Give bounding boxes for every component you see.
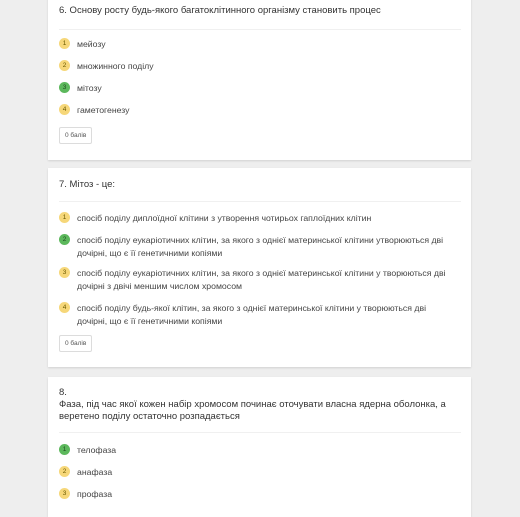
option-text: спосіб поділу еукаріотичних клітин, за я…	[77, 235, 444, 258]
option-text: анафаза	[77, 467, 113, 477]
option-number-badge: 3	[59, 267, 70, 278]
answer-option-2: 2 множинного поділу	[59, 60, 457, 73]
option-text: множинного поділу	[77, 61, 154, 71]
score-badge: 0 балів	[59, 335, 93, 352]
option-number-badge: 4	[59, 104, 70, 115]
answer-option-3: 3 спосіб поділу еукаріотичних клітин, за…	[59, 267, 457, 292]
option-text: профаза	[77, 489, 113, 499]
option-text: спосіб поділу еукаріотичних клітин, за я…	[77, 268, 446, 291]
score-badge: 0 балів	[59, 127, 93, 144]
answer-option-1: 1 спосіб поділу диплоїдної клітини з утв…	[59, 212, 457, 225]
question-title: 7. Мітоз - це:	[59, 179, 116, 190]
answer-option-4: 4 гаметогенезу	[59, 104, 457, 117]
option-number-badge: 3	[59, 488, 70, 499]
correct-option-number-badge: 3	[59, 82, 70, 93]
option-text: спосіб поділу диплоїдної клітини з утвор…	[77, 213, 372, 223]
answer-option-4: 4 спосіб поділу будь-якої клітин, за яко…	[59, 302, 457, 327]
answer-option-2-correct: 2 спосіб поділу еукаріотичних клітин, за…	[59, 234, 457, 259]
question-title: 6. Основу росту будь-якого багатоклітинн…	[59, 5, 381, 16]
question-card-8: 8. Фаза, під час якої кожен набір хромос…	[48, 377, 471, 517]
option-text: телофаза	[77, 445, 117, 455]
divider	[59, 29, 461, 30]
question-title: Фаза, під час якої кожен набір хромосом …	[59, 399, 446, 422]
answer-option-3-correct: 3 мітозу	[59, 82, 457, 95]
question-card-7: 7. Мітоз - це: 1 спосіб поділу диплоїдно…	[48, 168, 471, 367]
option-text: гаметогенезу	[77, 105, 130, 115]
divider	[59, 432, 461, 433]
option-number-badge: 2	[59, 466, 70, 477]
option-number-badge: 4	[59, 302, 70, 313]
question-card-6: 6. Основу росту будь-якого багатоклітинн…	[48, 0, 471, 160]
correct-option-number-badge: 2	[59, 234, 70, 245]
option-text: спосіб поділу будь-якої клітин, за якого…	[77, 303, 427, 326]
option-text: мітозу	[77, 83, 102, 93]
answer-option-2: 2 анафаза	[59, 466, 457, 479]
option-number-badge: 2	[59, 60, 70, 71]
option-number-badge: 1	[59, 212, 70, 223]
option-text: мейозу	[77, 39, 106, 49]
answer-option-3: 3 профаза	[59, 488, 457, 501]
option-number-badge: 1	[59, 38, 70, 49]
divider	[59, 201, 461, 202]
answer-option-1: 1 мейозу	[59, 38, 457, 51]
correct-option-number-badge: 1	[59, 444, 70, 455]
question-number: 8.	[59, 387, 67, 398]
answer-option-1-correct: 1 телофаза	[59, 444, 457, 457]
